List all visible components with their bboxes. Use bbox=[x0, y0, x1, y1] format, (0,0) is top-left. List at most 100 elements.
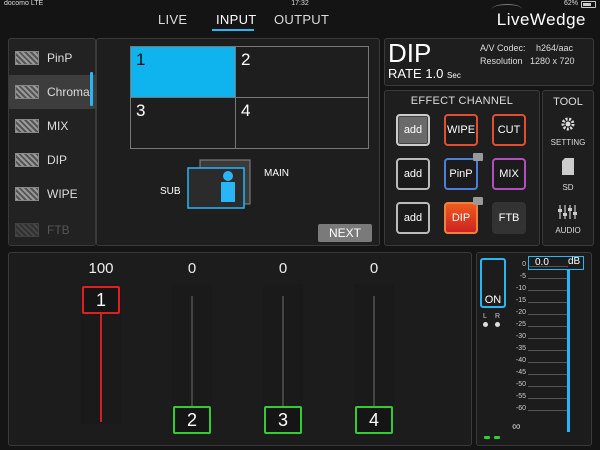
wipe-effect-button[interactable]: WIPE bbox=[444, 114, 478, 146]
scale-tick-label: -20 bbox=[515, 309, 526, 316]
scale-tick-label: -50 bbox=[515, 381, 526, 388]
resolution-label: Resolution bbox=[480, 56, 523, 66]
fader-2-value: 0 bbox=[187, 260, 197, 277]
scale-tick-label: -45 bbox=[515, 369, 526, 376]
scale-tick bbox=[528, 326, 568, 327]
grid-cell-1[interactable]: 1 bbox=[130, 46, 236, 98]
fader-1-handle[interactable]: 1 bbox=[82, 286, 120, 314]
sd-label[interactable]: SD bbox=[542, 183, 594, 192]
scale-tick-label: -25 bbox=[515, 321, 526, 328]
fader-3-groove bbox=[282, 296, 284, 408]
infinity-label: ∞ bbox=[512, 419, 521, 433]
scale-tick-label: -40 bbox=[515, 357, 526, 364]
pinp-effect-button[interactable]: PinP bbox=[444, 158, 478, 190]
fader-2-handle[interactable]: 2 bbox=[173, 406, 211, 434]
scale-tick bbox=[528, 302, 568, 303]
scale-tick-label: -5 bbox=[519, 273, 526, 280]
wipe-thumb-icon bbox=[15, 187, 39, 201]
fader-4-handle[interactable]: 4 bbox=[355, 406, 393, 434]
scale-tick-label: -35 bbox=[515, 345, 526, 352]
list-item-label: FTB bbox=[47, 223, 70, 237]
scale-tick bbox=[528, 314, 568, 315]
list-item-label: DIP bbox=[47, 153, 68, 167]
ftb-effect-button[interactable]: FTB bbox=[492, 202, 526, 234]
scale-tick bbox=[528, 290, 568, 291]
master-volume-slider[interactable] bbox=[567, 270, 570, 432]
fader-1-value: 100 bbox=[88, 260, 114, 277]
dip-edit-badge-icon[interactable] bbox=[473, 197, 483, 205]
rate-value: 1.0 bbox=[425, 66, 444, 81]
list-item-ftb[interactable]: FTB bbox=[9, 213, 97, 247]
ftb-thumb-icon bbox=[15, 223, 39, 237]
list-item-mix[interactable]: MIX bbox=[9, 109, 97, 143]
list-item-label: PinP bbox=[47, 51, 73, 65]
dip-thumb-icon bbox=[15, 153, 39, 167]
scale-tick-label: -15 bbox=[515, 297, 526, 304]
scale-tick bbox=[528, 374, 568, 375]
audio-on-button[interactable]: ON bbox=[480, 258, 506, 308]
db-unit: dB bbox=[568, 256, 581, 267]
gear-icon[interactable] bbox=[560, 116, 576, 132]
cut-effect-button[interactable]: CUT bbox=[492, 114, 526, 146]
current-effect-title: DIP bbox=[388, 38, 432, 68]
add-effect-button-3[interactable]: add bbox=[396, 202, 430, 234]
mix-effect-button[interactable]: MIX bbox=[492, 158, 526, 190]
list-item-label: MIX bbox=[47, 119, 69, 133]
scale-tick bbox=[528, 350, 568, 351]
list-item-label: Chroma bbox=[47, 85, 90, 99]
tool-title: TOOL bbox=[553, 96, 583, 108]
list-scrollbar[interactable] bbox=[90, 72, 93, 106]
sd-card-icon[interactable] bbox=[561, 158, 575, 176]
scale-tick bbox=[528, 398, 568, 399]
rate-display[interactable]: RATE 1.0 Sec bbox=[388, 66, 461, 81]
level-led-right bbox=[494, 436, 500, 439]
grid-cell-3[interactable]: 3 bbox=[130, 97, 236, 149]
fader-3-handle[interactable]: 3 bbox=[264, 406, 302, 434]
list-item-wipe[interactable]: WIPE bbox=[9, 177, 97, 211]
tab-output[interactable]: OUTPUT bbox=[274, 12, 329, 27]
list-item-chroma[interactable]: Chroma bbox=[9, 75, 97, 109]
fader-panel bbox=[8, 252, 472, 446]
setting-label[interactable]: SETTING bbox=[542, 138, 594, 147]
tab-input[interactable]: INPUT bbox=[216, 12, 257, 27]
fader-4-groove bbox=[373, 296, 375, 408]
brand-logo: LiveWedge bbox=[496, 10, 586, 29]
main-label: MAIN bbox=[264, 168, 289, 179]
grid-cell-label: 4 bbox=[241, 101, 251, 120]
battery-percent: 62% bbox=[563, 0, 578, 7]
fader-3-value: 0 bbox=[278, 260, 288, 277]
scale-tick bbox=[528, 338, 568, 339]
scale-tick-label: -60 bbox=[515, 405, 526, 412]
list-item-label: WIPE bbox=[47, 187, 78, 201]
active-tab-indicator bbox=[212, 29, 254, 31]
next-button[interactable]: NEXT bbox=[318, 224, 372, 242]
scale-tick-label: 0 bbox=[522, 261, 526, 268]
battery-icon bbox=[581, 1, 596, 8]
dip-effect-button[interactable]: DIP bbox=[444, 202, 478, 234]
pinp-thumb-icon bbox=[15, 51, 39, 65]
rate-unit: Sec bbox=[447, 71, 461, 80]
scale-tick-label: -30 bbox=[515, 333, 526, 340]
pinp-edit-badge-icon[interactable] bbox=[473, 153, 483, 161]
source-list: PinP Chroma MIX DIP WIPE FTB bbox=[8, 38, 97, 247]
fader-2-groove bbox=[191, 296, 193, 408]
grid-cell-4[interactable]: 4 bbox=[235, 97, 369, 149]
right-channel-indicator bbox=[495, 322, 500, 327]
fader-4-value: 0 bbox=[369, 260, 379, 277]
list-item-pinp[interactable]: PinP bbox=[9, 41, 97, 75]
add-effect-button-2[interactable]: add bbox=[396, 158, 430, 190]
mix-thumb-icon bbox=[15, 119, 39, 133]
scale-tick bbox=[528, 278, 568, 279]
sub-label: SUB bbox=[160, 186, 181, 197]
add-effect-button-1[interactable]: add bbox=[396, 114, 430, 146]
level-led-left bbox=[484, 436, 490, 439]
audio-label[interactable]: AUDIO bbox=[542, 226, 594, 235]
grid-cell-2[interactable]: 2 bbox=[235, 46, 369, 98]
tab-live[interactable]: LIVE bbox=[158, 12, 187, 27]
scale-tick bbox=[528, 410, 568, 411]
right-channel-label: R bbox=[495, 313, 501, 320]
scale-tick bbox=[528, 386, 568, 387]
mixer-icon[interactable] bbox=[557, 204, 579, 220]
rate-label: RATE bbox=[388, 66, 422, 81]
list-item-dip[interactable]: DIP bbox=[9, 143, 97, 177]
